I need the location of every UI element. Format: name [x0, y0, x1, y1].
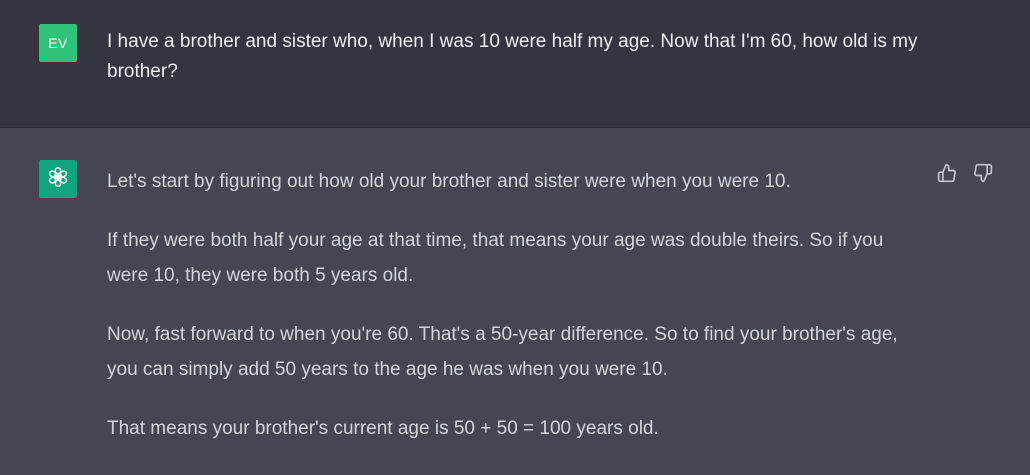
thumbs-up-icon: [937, 163, 957, 188]
openai-logo-icon: [45, 164, 71, 195]
user-message-text: I have a brother and sister who, when I …: [107, 31, 918, 82]
feedback-buttons: [936, 163, 994, 188]
assistant-avatar: [39, 160, 77, 198]
user-avatar-initials: EV: [48, 35, 68, 51]
assistant-paragraph: If they were both half your age at that …: [107, 230, 884, 286]
user-avatar: EV: [39, 24, 77, 62]
user-message-row: EV I have a brother and sister who, when…: [0, 0, 1030, 128]
assistant-paragraph: Now, fast forward to when you're 60. Tha…: [107, 324, 898, 380]
thumbs-down-icon: [973, 163, 993, 188]
assistant-paragraph: That means your brother's current age is…: [107, 418, 659, 439]
assistant-paragraph: Let's start by figuring out how old your…: [107, 171, 791, 192]
assistant-message-row: Let's start by figuring out how old your…: [0, 128, 1030, 475]
thumbs-down-button[interactable]: [972, 163, 994, 188]
assistant-message-text: Let's start by figuring out how old your…: [107, 164, 917, 470]
thumbs-up-button[interactable]: [936, 163, 958, 188]
